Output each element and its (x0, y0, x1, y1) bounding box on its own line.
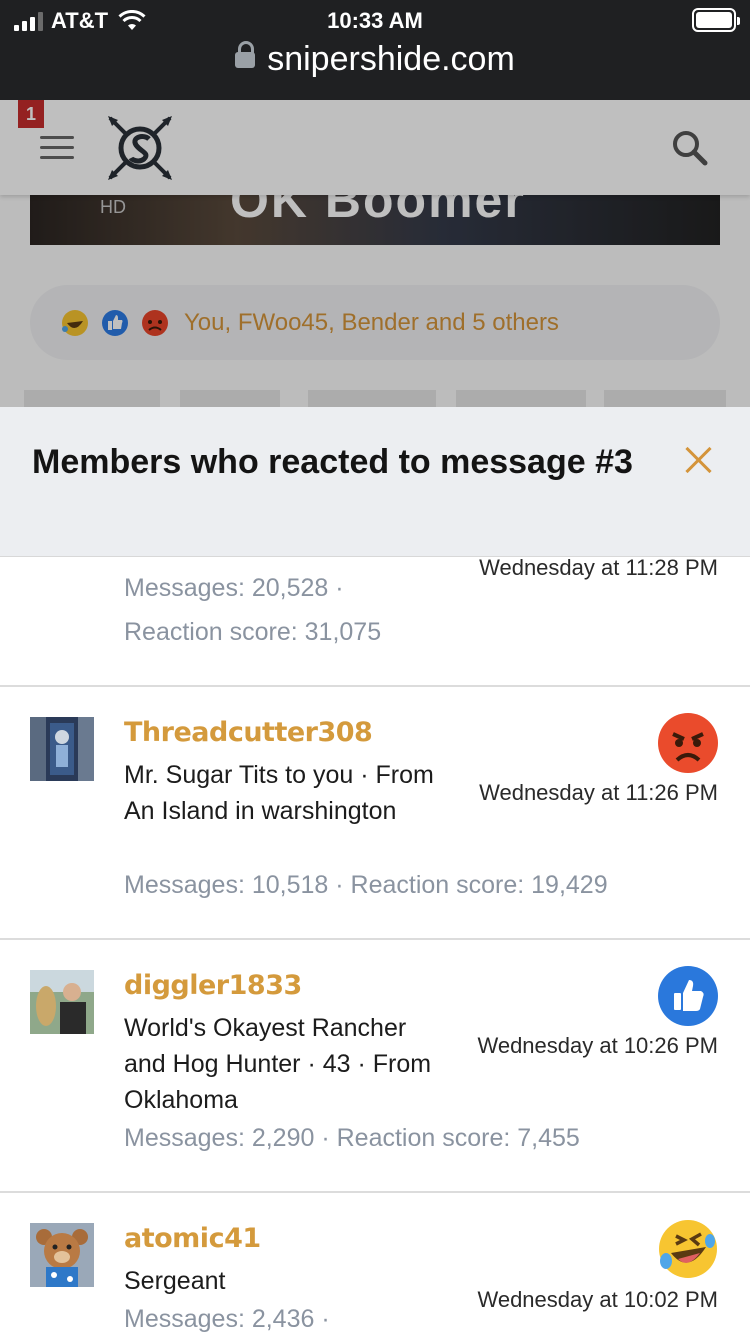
member-title: Sergeant (124, 1267, 226, 1295)
modal-header: Members who reacted to message #3 (0, 407, 750, 557)
reaction-date: Wednesday at 10:26 PM (477, 1033, 718, 1058)
list-item: diggler1833 World's Okayest Rancher and … (0, 940, 750, 1193)
member-title: World's Okayest Rancher and Hog Hunter ·… (124, 1014, 432, 1114)
battery-icon (692, 8, 740, 32)
member-username[interactable]: Threadcutter308 (124, 717, 373, 748)
member-username[interactable]: diggler1833 (124, 970, 302, 1001)
laugh-icon (659, 1220, 717, 1278)
list-item: Messages: 20,528 · Reaction score: 31,07… (0, 557, 750, 687)
member-stats: Messages: 10,518 · Reaction score: 19,42… (124, 871, 608, 899)
close-icon[interactable] (684, 445, 714, 475)
reactions-list: Messages: 20,528 · Reaction score: 31,07… (0, 557, 750, 1334)
avatar[interactable] (30, 1223, 94, 1287)
lock-icon (235, 41, 256, 68)
angry-icon (658, 713, 718, 773)
address-bar[interactable]: snipershide.com (0, 40, 750, 79)
reaction-date: Wednesday at 10:02 PM (477, 1287, 718, 1312)
url-text: snipershide.com (267, 40, 515, 78)
like-icon (658, 966, 718, 1026)
status-bar: AT&T 10:33 AM snipershide.com (0, 0, 750, 100)
member-stats: Messages: 2,290 · Reaction score: 7,455 (124, 1124, 580, 1152)
member-username[interactable]: atomic41 (124, 1223, 261, 1254)
modal-title: Members who reacted to message #3 (32, 443, 633, 481)
member-title: Mr. Sugar Tits to you · From An Island i… (124, 761, 434, 825)
member-stats: Reaction score: 31,075 (124, 618, 382, 646)
list-item: Threadcutter308 Mr. Sugar Tits to you · … (0, 687, 750, 940)
modal-backdrop[interactable] (0, 100, 750, 407)
avatar[interactable] (30, 717, 94, 781)
reaction-date: Wednesday at 11:26 PM (479, 780, 718, 805)
list-item: atomic41 Sergeant Messages: 2,436 · Wedn… (0, 1193, 750, 1334)
clock: 10:33 AM (327, 8, 423, 33)
reaction-date: Wednesday at 11:28 PM (479, 557, 718, 580)
avatar[interactable] (30, 970, 94, 1034)
